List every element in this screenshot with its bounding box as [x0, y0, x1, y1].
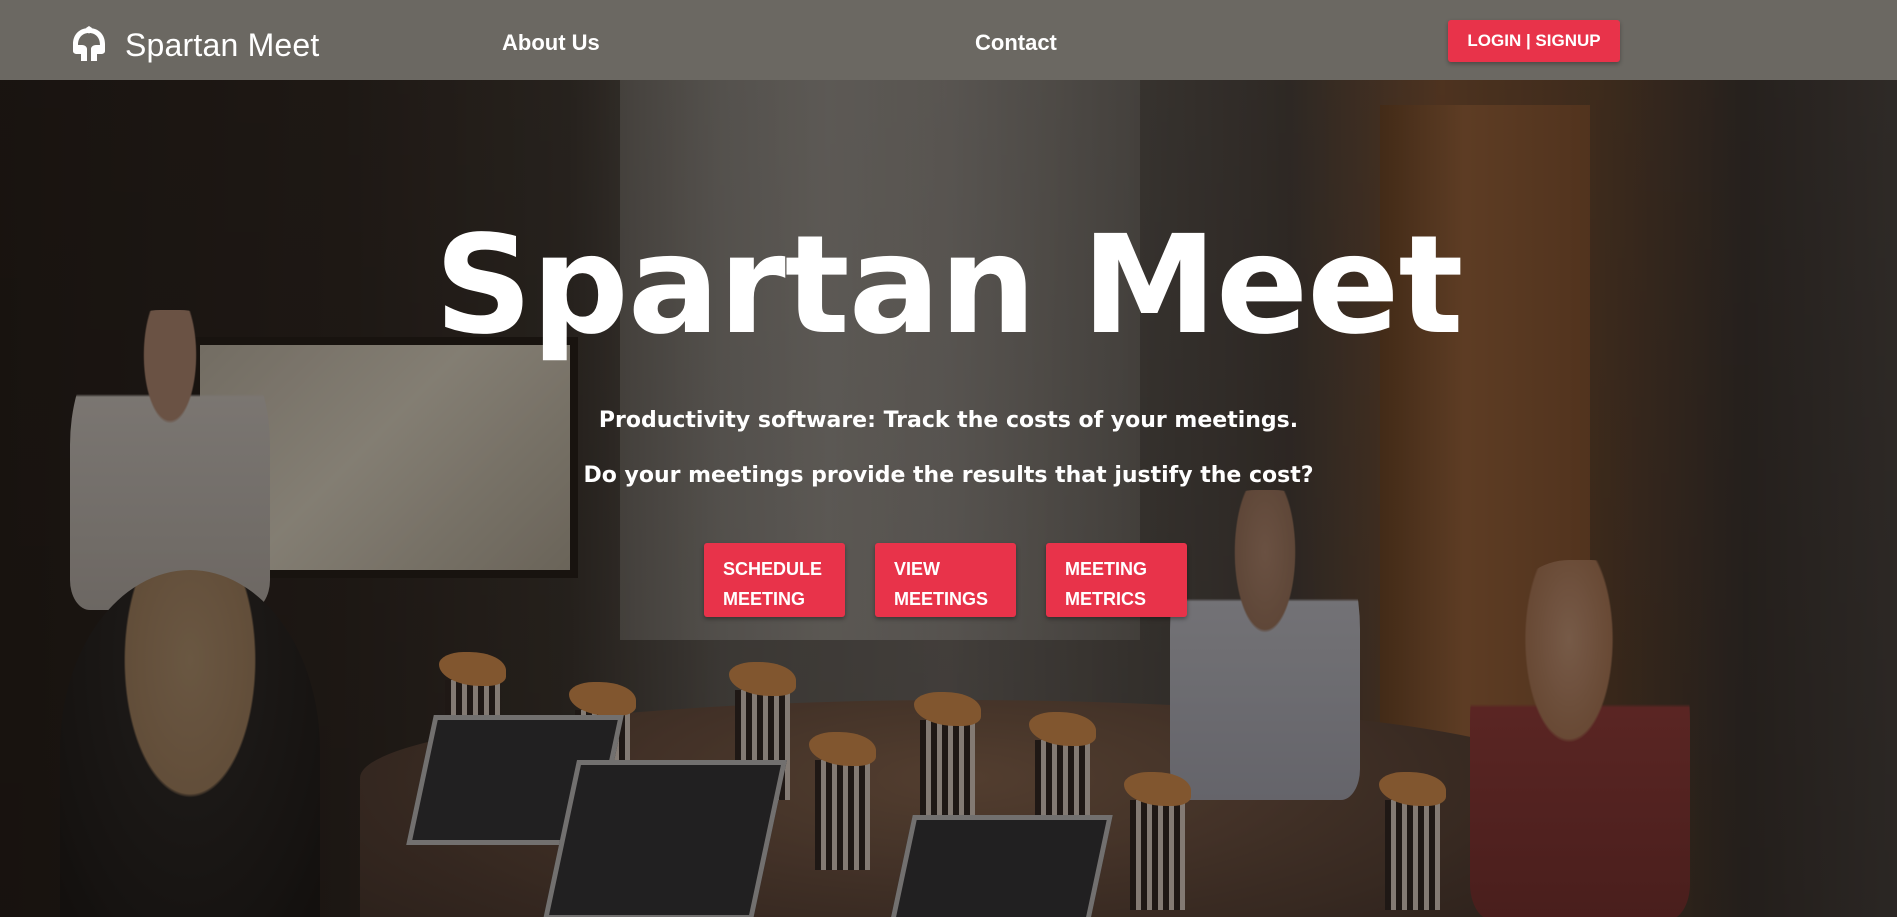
brand[interactable]: Spartan Meet: [69, 25, 320, 65]
hero-section: Spartan Meet Productivity software: Trac…: [0, 0, 1897, 917]
spartan-helmet-icon: [73, 26, 105, 61]
view-meetings-button[interactable]: VIEW MEETINGS: [875, 543, 1016, 617]
nav-link-about-us[interactable]: About Us: [502, 32, 600, 54]
meeting-metrics-button[interactable]: MEETING METRICS: [1046, 543, 1187, 617]
schedule-meeting-button[interactable]: SCHEDULE MEETING: [704, 543, 845, 617]
top-navbar: Spartan Meet About Us Contact LOGIN | SI…: [0, 0, 1897, 80]
hero-question: Do your meetings provide the results tha…: [583, 463, 1314, 488]
hero-tagline: Productivity software: Track the costs o…: [598, 408, 1299, 433]
brand-name: Spartan Meet: [125, 27, 320, 63]
nav-link-contact[interactable]: Contact: [975, 32, 1057, 54]
hero-title: Spartan Meet: [434, 207, 1464, 365]
hero-actions: SCHEDULE MEETING VIEW MEETINGS MEETING M…: [704, 543, 1187, 617]
login-signup-button[interactable]: LOGIN | SIGNUP: [1448, 20, 1620, 62]
